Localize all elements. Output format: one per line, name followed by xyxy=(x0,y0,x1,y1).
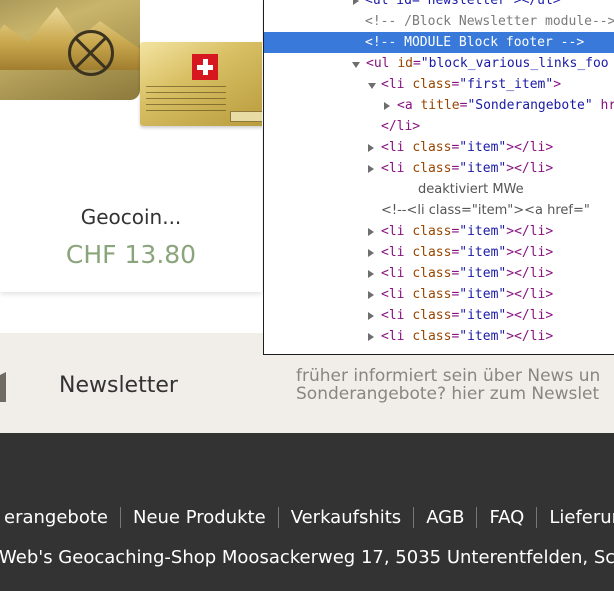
dom-comment-code: <!--<li class="item"><a href=" xyxy=(381,203,590,218)
dom-node-code: <li class="item"></li> xyxy=(381,161,554,176)
dom-node-line[interactable]: <ul id="block_various_links_foo xyxy=(264,53,614,74)
collapse-triangle-icon[interactable] xyxy=(352,62,360,68)
dom-node-code: <li class="item"></li> xyxy=(381,140,554,155)
dom-node-code: <ul id="newsletter"></ul> xyxy=(365,0,561,8)
footer-link-neue-produkte[interactable]: Neue Produkte xyxy=(119,506,278,528)
dom-node-code: <li class="item"></li> xyxy=(381,245,554,260)
expand-triangle-icon[interactable] xyxy=(368,249,374,257)
dom-node-code: <li class="first_item"> xyxy=(381,77,562,92)
newsletter-text-line1: früher informiert sein über News un xyxy=(296,366,601,386)
footer-link-agb[interactable]: AGB xyxy=(413,506,476,528)
expand-triangle-icon[interactable] xyxy=(368,270,374,278)
expand-triangle-icon[interactable] xyxy=(368,312,374,320)
dom-node-line[interactable]: </li> xyxy=(264,116,614,137)
footer-link-verkaufshits[interactable]: Verkaufshits xyxy=(277,506,414,528)
dom-node-line[interactable]: <li class="item"></li> xyxy=(264,305,614,326)
newsletter-text-line2[interactable]: Sonderangebote? hier zum Newslet xyxy=(296,385,614,403)
image-fade xyxy=(0,125,262,165)
footer-link-lieferung[interactable]: Lieferun xyxy=(536,506,614,528)
dom-node-line[interactable]: <li class="item"></li> xyxy=(264,326,614,347)
footer-link-sonderangebote[interactable]: erangebote xyxy=(0,507,120,528)
dom-node-code: <ul id="block_various_links_foo xyxy=(366,56,609,71)
product-card[interactable]: Geocoin... CHF 13.80 xyxy=(0,0,262,292)
plate-code-tag xyxy=(230,111,262,122)
dom-node-code: </li> xyxy=(381,119,421,134)
newsletter-text[interactable]: früher informiert sein über News un Sond… xyxy=(296,367,614,403)
dom-comment-code: <!-- MODULE Block footer --> xyxy=(365,35,585,50)
dom-node-code: <li class="item"></li> xyxy=(381,287,554,302)
dom-node-line[interactable]: <li class="item"></li> xyxy=(264,263,614,284)
plate-engraved-text xyxy=(146,86,226,116)
dom-node-code: <li class="item"></li> xyxy=(381,266,554,281)
product-image[interactable] xyxy=(0,0,262,165)
dom-node-code: <li class="item"></li> xyxy=(381,329,554,344)
swiss-plate-image xyxy=(140,42,262,126)
product-price: CHF 13.80 xyxy=(65,240,197,269)
collapse-triangle-icon[interactable] xyxy=(368,83,376,89)
expand-triangle-icon[interactable] xyxy=(353,0,359,5)
footer-links: erangebote Neue Produkte Verkaufshits AG… xyxy=(0,504,614,530)
dom-node-line[interactable]: <a title="Sonderangebote" hr xyxy=(264,95,614,116)
dom-node-code: <li class="item"></li> xyxy=(381,224,554,239)
dom-node-line[interactable]: <ul id="newsletter"></ul> xyxy=(264,0,614,11)
expand-triangle-icon[interactable] xyxy=(384,102,390,110)
dom-node-code: <a title="Sonderangebote" hr xyxy=(397,98,614,113)
footer-link-faq[interactable]: FAQ xyxy=(476,506,536,528)
dom-comment-code: <!-- /Block Newsletter module--> xyxy=(365,14,614,29)
dom-comment-line-selected[interactable]: <!-- MODULE Block footer --> xyxy=(264,32,614,53)
dom-node-code: <li class="item"></li> xyxy=(381,308,554,323)
newsletter-title: Newsletter xyxy=(59,373,178,398)
expand-triangle-icon[interactable] xyxy=(368,144,374,152)
dom-comment-line[interactable]: <!--<li class="item"><a href=" xyxy=(264,200,614,221)
dom-comment-line[interactable]: <!-- /Block Newsletter module--> xyxy=(264,11,614,32)
swiss-flag-icon xyxy=(192,54,218,80)
expand-triangle-icon[interactable] xyxy=(368,333,374,341)
footer-address: Web's Geocaching-Shop Moosackerweg 17, 5… xyxy=(0,547,614,568)
dom-text-node: deaktiviert MWe xyxy=(418,182,524,197)
expand-triangle-icon[interactable] xyxy=(368,165,374,173)
envelope-icon xyxy=(0,372,6,402)
dom-node-line[interactable]: <li class="item"></li> xyxy=(264,242,614,263)
dom-node-line[interactable]: <li class="item"></li> xyxy=(264,137,614,158)
dom-node-line[interactable]: <li class="first_item"> xyxy=(264,74,614,95)
dom-node-line[interactable]: <li class="item"></li> xyxy=(264,284,614,305)
dom-text-line[interactable]: deaktiviert MWe xyxy=(264,179,614,200)
dom-node-line[interactable]: <li class="item"></li> xyxy=(264,158,614,179)
product-name[interactable]: Geocoin... xyxy=(0,205,262,229)
expand-triangle-icon[interactable] xyxy=(368,291,374,299)
cache-stamp-icon xyxy=(68,30,114,76)
devtools-elements-panel[interactable]: <ul id="newsletter"></ul> <!-- /Block Ne… xyxy=(263,0,614,355)
geocoin-image xyxy=(0,0,140,100)
expand-triangle-icon[interactable] xyxy=(368,228,374,236)
dom-node-line[interactable]: <li class="item"></li> xyxy=(264,221,614,242)
